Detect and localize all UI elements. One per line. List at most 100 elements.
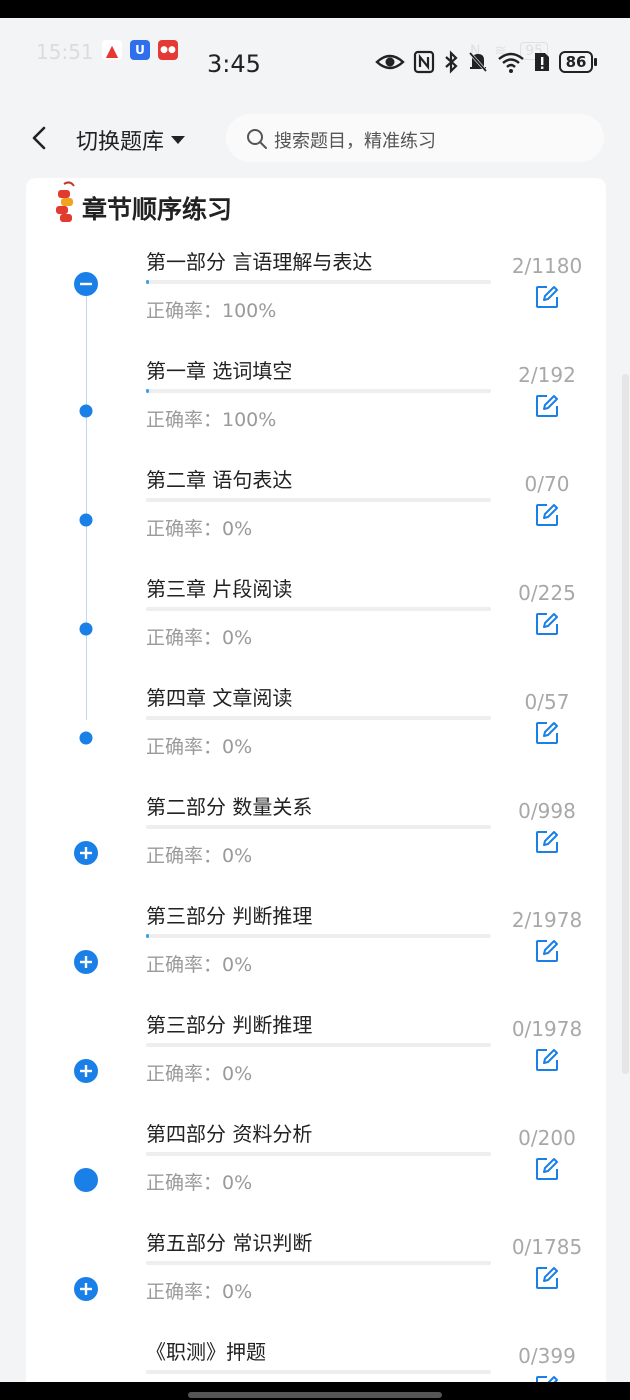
progress-track (146, 280, 491, 284)
chapter-row[interactable]: 第一章 选词填空 正确率：100% 2/192 (26, 355, 606, 464)
question-count: 0/998 (518, 799, 576, 823)
nfc-icon (413, 50, 435, 74)
chapter-row[interactable]: 第五部分 常识判断 正确率：0% 0/1785 (26, 1227, 606, 1336)
chapter-row[interactable]: 第一部分 言语理解与表达 正确率：100% 2/1180 (26, 246, 606, 355)
search-icon (247, 129, 267, 149)
chapter-row[interactable]: 第二章 语句表达 正确率：0% 0/70 (26, 464, 606, 573)
chapter-title: 第一部分 言语理解与表达 (146, 250, 373, 274)
progress-track (146, 934, 491, 938)
back-arrow-icon[interactable] (26, 122, 54, 154)
progress-track (146, 607, 491, 611)
chapter-row[interactable]: 第三部分 判断推理 正确率：0% 2/1978 (26, 900, 606, 1009)
mute-bell-icon (468, 52, 488, 72)
accuracy-label: 正确率：0% (146, 736, 253, 758)
expand-plus-icon[interactable] (73, 1276, 99, 1302)
battery-indicator: 86 (559, 51, 597, 73)
chapter-title: 《职测》押题 (146, 1340, 266, 1364)
firecracker-icon (56, 181, 75, 222)
app-red-badge-icon: ●● (158, 40, 178, 60)
chapter-title: 第二部分 数量关系 (146, 795, 313, 819)
chapter-row[interactable]: 第三章 片段阅读 正确率：0% 0/225 (26, 573, 606, 682)
question-count: 0/70 (524, 472, 570, 496)
edit-practice-icon[interactable] (534, 1265, 560, 1291)
switch-bank-dropdown[interactable]: 切换题库 (76, 124, 186, 156)
accuracy-label: 正确率：0% (146, 627, 253, 649)
switch-bank-label: 切换题库 (76, 130, 165, 155)
question-count: 2/1978 (511, 908, 583, 932)
accuracy-label: 正确率：0% (146, 1172, 253, 1194)
expand-plus-icon[interactable] (73, 949, 99, 975)
chapter-title: 第三部分 判断推理 (146, 904, 313, 928)
edit-practice-icon[interactable] (534, 1047, 560, 1073)
accuracy-label: 正确率：0% (146, 845, 253, 867)
chapter-title: 第一章 选词填空 (146, 359, 293, 383)
battery-level: 86 (559, 51, 593, 73)
battery-tip (594, 58, 597, 66)
progress-track (146, 825, 491, 829)
progress-fill (146, 280, 150, 284)
edit-practice-icon[interactable] (534, 938, 560, 964)
edit-practice-icon[interactable] (534, 720, 560, 746)
sim-alert-icon (535, 53, 549, 71)
progress-track (146, 1152, 491, 1156)
question-count: 0/200 (518, 1126, 576, 1150)
system-icons: 86 (375, 50, 597, 74)
chapter-title: 第四章 文章阅读 (146, 686, 293, 710)
status-bar-top-edge (0, 0, 630, 18)
dot-icon (79, 622, 93, 636)
progress-track (146, 1043, 491, 1047)
wifi-icon (498, 52, 524, 73)
progress-track (146, 1261, 491, 1265)
home-indicator[interactable] (188, 1392, 442, 1398)
chapter-row[interactable]: 第四部分 资料分析 正确率：0% 0/200 (26, 1118, 606, 1227)
progress-fill (146, 389, 150, 393)
edit-practice-icon[interactable] (534, 1156, 560, 1182)
accuracy-label: 正确率：0% (146, 1281, 253, 1303)
eye-icon (375, 54, 405, 70)
chapter-title: 第五部分 常识判断 (146, 1231, 313, 1255)
question-count: 2/1180 (511, 254, 583, 278)
filled-circle-icon[interactable] (73, 1167, 99, 1193)
question-count: 0/399 (518, 1344, 576, 1368)
ghost-time: 15:51 (36, 40, 94, 64)
accuracy-label: 正确率：100% (146, 300, 277, 322)
scrollbar[interactable] (622, 374, 629, 1074)
question-count: 0/1978 (511, 1017, 583, 1041)
accuracy-label: 正确率：0% (146, 954, 253, 976)
chapter-title: 第三部分 判断推理 (146, 1013, 313, 1037)
question-count: 0/57 (524, 690, 570, 714)
progress-track (146, 389, 491, 393)
expand-plus-icon[interactable] (73, 1058, 99, 1084)
dot-icon (79, 513, 93, 527)
chapter-row[interactable]: 第三部分 判断推理 正确率：0% 0/1978 (26, 1009, 606, 1118)
progress-track (146, 716, 491, 720)
dot-icon (79, 731, 93, 745)
app-red-icon: ▲ (102, 40, 122, 60)
chapter-title: 第三章 片段阅读 (146, 577, 293, 601)
question-count: 2/192 (518, 363, 576, 387)
collapse-minus-icon[interactable] (73, 271, 99, 297)
chapter-row[interactable]: 第二部分 数量关系 正确率：0% 0/998 (26, 791, 606, 900)
progress-fill (146, 934, 150, 938)
edit-practice-icon[interactable] (534, 393, 560, 419)
app-blue-icon: U (130, 40, 150, 60)
edit-practice-icon[interactable] (534, 611, 560, 637)
progress-track (146, 1370, 491, 1374)
chapter-row[interactable]: 第四章 文章阅读 正确率：0% 0/57 (26, 682, 606, 791)
edit-practice-icon[interactable] (534, 829, 560, 855)
status-time: 3:45 (207, 50, 261, 78)
edit-practice-icon[interactable] (534, 284, 560, 310)
chapter-title: 第二章 语句表达 (146, 468, 293, 492)
section-title: 章节顺序练习 (82, 195, 233, 224)
chapter-title: 第四部分 资料分析 (146, 1122, 313, 1146)
chapter-practice-card: 章节顺序练习 第一部分 言语理解与表达 正确率：100% 2/1180 第一章 … (26, 178, 606, 1400)
dot-icon (79, 404, 93, 418)
question-count: 0/225 (518, 581, 576, 605)
edit-practice-icon[interactable] (534, 502, 560, 528)
caret-down-icon (171, 136, 186, 144)
expand-plus-icon[interactable] (73, 840, 99, 866)
accuracy-label: 正确率：0% (146, 518, 253, 540)
bluetooth-icon (445, 50, 458, 74)
accuracy-label: 正确率：0% (146, 1063, 253, 1085)
search-input[interactable]: 搜索题目，精准练习 (226, 114, 604, 162)
